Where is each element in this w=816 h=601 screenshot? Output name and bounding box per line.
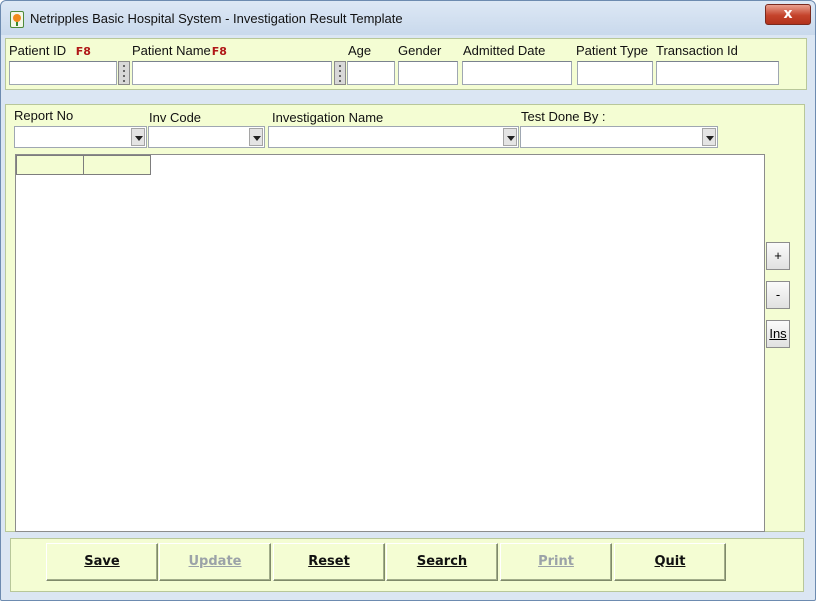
patient-type-field[interactable] xyxy=(577,61,653,85)
gender-field[interactable] xyxy=(398,61,458,85)
close-button[interactable]: x xyxy=(765,4,811,25)
inv-code-label: Inv Code xyxy=(149,110,202,125)
add-row-button[interactable]: + xyxy=(766,242,790,270)
reset-button[interactable]: Reset xyxy=(273,543,385,581)
patient-name-lookup-button[interactable] xyxy=(334,61,346,85)
insert-row-button[interactable]: Ins xyxy=(766,320,790,348)
admitted-date-label: Admitted Date xyxy=(463,43,546,58)
close-icon: x xyxy=(783,6,793,22)
chevron-down-icon[interactable] xyxy=(503,128,517,146)
transaction-id-field[interactable] xyxy=(656,61,779,85)
patient-id-hotkey: F8 xyxy=(75,45,91,58)
chevron-down-icon[interactable] xyxy=(131,128,145,146)
patient-name-field[interactable] xyxy=(132,61,332,85)
age-field[interactable] xyxy=(347,61,395,85)
grid-header-cell[interactable] xyxy=(16,155,84,175)
investigation-name-select[interactable] xyxy=(268,126,519,148)
title-bar[interactable]: Netripples Basic Hospital System - Inves… xyxy=(1,1,815,35)
search-button[interactable]: Search xyxy=(386,543,498,581)
save-button[interactable]: Save xyxy=(46,543,158,581)
report-no-select[interactable] xyxy=(14,126,147,148)
inv-code-select[interactable] xyxy=(148,126,265,148)
remove-row-button[interactable]: - xyxy=(766,281,790,309)
patient-name-label: Patient NameF8 xyxy=(132,43,227,58)
gender-label: Gender xyxy=(398,43,442,58)
age-label: Age xyxy=(348,43,372,58)
hospital-app-icon xyxy=(10,11,24,28)
chevron-down-icon[interactable] xyxy=(702,128,716,146)
quit-button[interactable]: Quit xyxy=(614,543,726,581)
investigation-name-label: Investigation Name xyxy=(272,110,384,125)
print-button[interactable]: Print xyxy=(500,543,612,581)
patient-id-label: Patient ID F8 xyxy=(9,43,91,58)
result-grid[interactable] xyxy=(15,154,765,532)
update-button[interactable]: Update xyxy=(159,543,271,581)
window-title: Netripples Basic Hospital System - Inves… xyxy=(30,11,403,26)
app-window: Netripples Basic Hospital System - Inves… xyxy=(0,0,816,601)
patient-name-hotkey: F8 xyxy=(211,45,227,58)
patient-type-label: Patient Type xyxy=(576,43,649,58)
report-no-label: Report No xyxy=(14,108,74,123)
test-done-by-select[interactable] xyxy=(520,126,718,148)
patient-id-field[interactable] xyxy=(9,61,117,85)
test-done-by-label: Test Done By : xyxy=(521,109,606,124)
chevron-down-icon[interactable] xyxy=(249,128,263,146)
grid-header-cell[interactable] xyxy=(83,155,151,175)
admitted-date-field[interactable] xyxy=(462,61,572,85)
patient-id-lookup-button[interactable] xyxy=(118,61,130,85)
transaction-id-label: Transaction Id xyxy=(656,43,738,58)
